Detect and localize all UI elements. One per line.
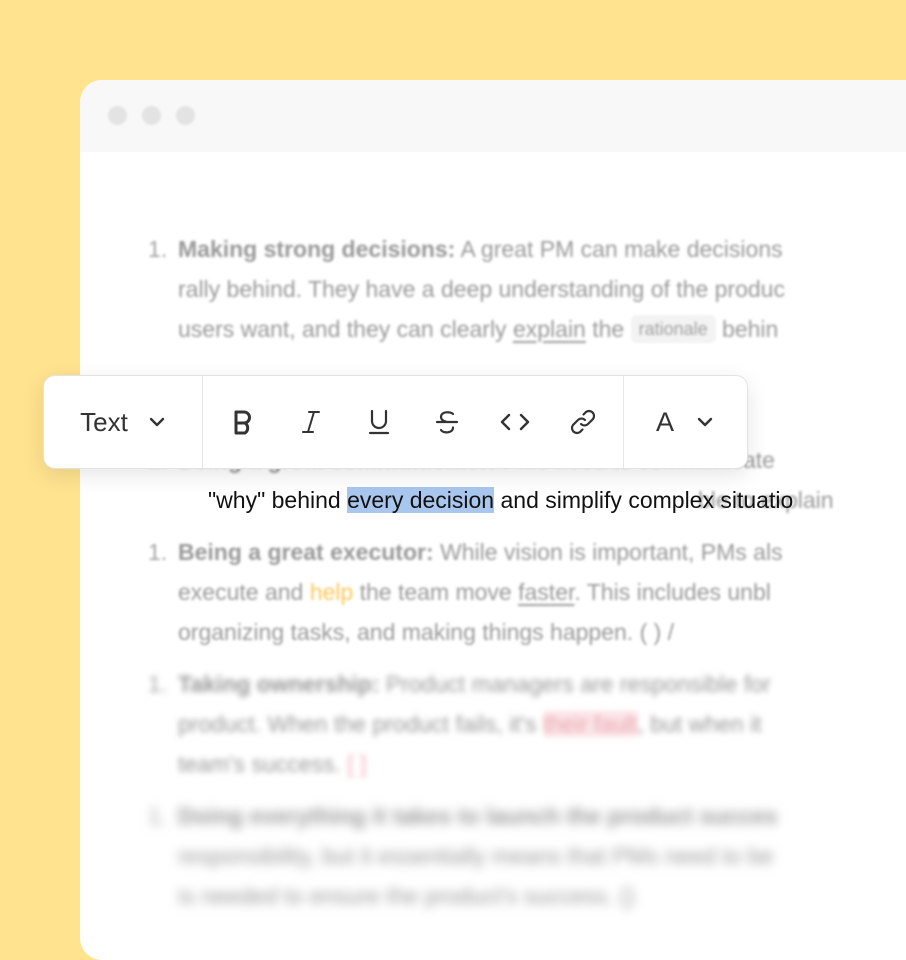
list-item[interactable]: 1. Making strong decisions: A great PM c… bbox=[148, 229, 906, 349]
list-number: 1. bbox=[148, 236, 168, 262]
bold-icon bbox=[234, 410, 251, 435]
block-type-label: Text bbox=[80, 406, 128, 437]
list-item[interactable]: 1. Doing everything it takes to launch t… bbox=[148, 796, 906, 916]
text-color-icon: A bbox=[655, 406, 674, 437]
chevron-down-icon bbox=[149, 417, 165, 427]
inline-code-chip: rationale bbox=[630, 315, 716, 343]
formatting-toolbar: Text A bbox=[43, 375, 748, 469]
list-number: 1. bbox=[148, 539, 168, 565]
link-button[interactable] bbox=[550, 376, 616, 468]
list-item[interactable]: 1. Taking ownership: Product managers ar… bbox=[148, 664, 906, 784]
list-number: 1. bbox=[148, 803, 168, 829]
window-maximize-dot[interactable] bbox=[176, 106, 195, 125]
code-button[interactable] bbox=[482, 376, 548, 468]
underline-button[interactable] bbox=[346, 376, 412, 468]
underline-icon bbox=[368, 409, 390, 435]
text-color-dropdown[interactable]: A bbox=[630, 376, 740, 468]
link-icon bbox=[570, 409, 596, 435]
focused-line[interactable]: "why" behind every decision and simplify… bbox=[208, 480, 906, 520]
document-editor[interactable]: 1. Making strong decisions: A great PM c… bbox=[80, 152, 906, 960]
italic-button[interactable] bbox=[278, 376, 344, 468]
text-selection[interactable]: every decision bbox=[347, 487, 495, 513]
block-type-dropdown[interactable]: Text bbox=[44, 376, 202, 468]
strikethrough-button[interactable] bbox=[414, 376, 480, 468]
editor-window: 1. Making strong decisions: A great PM c… bbox=[80, 80, 906, 960]
title-bar bbox=[80, 80, 906, 152]
chevron-down-icon bbox=[697, 417, 713, 427]
list-number: 1. bbox=[148, 671, 168, 697]
code-icon bbox=[500, 413, 530, 431]
list-item[interactable]: 1. Being a great executor: While vision … bbox=[148, 532, 906, 652]
window-minimize-dot[interactable] bbox=[142, 106, 161, 125]
italic-icon bbox=[302, 411, 320, 433]
strikethrough-icon bbox=[435, 411, 459, 434]
bold-button[interactable] bbox=[210, 376, 276, 468]
window-close-dot[interactable] bbox=[108, 106, 127, 125]
